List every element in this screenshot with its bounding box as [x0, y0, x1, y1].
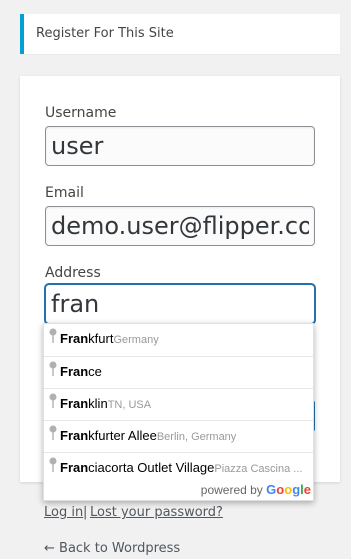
autocomplete-rest: ciacorta Outlet Village [88, 460, 215, 475]
autocomplete-item[interactable]: FrankfurtGermany [44, 324, 313, 356]
autocomplete-item[interactable]: Frankfurter AlleeBerlin, Germany [44, 420, 313, 452]
autocomplete-secondary: Germany [113, 334, 159, 346]
username-label: Username [45, 105, 117, 121]
map-pin-icon [49, 425, 57, 440]
autocomplete-match: Fran [60, 460, 89, 475]
register-notice: Register For This Site [20, 14, 340, 54]
google-letter: g [292, 482, 301, 497]
notice-text: Register For This Site [36, 26, 174, 41]
autocomplete-item[interactable]: Franciacorta Outlet VillagePiazza Cascin… [44, 452, 313, 484]
autocomplete-secondary: TN, USA [107, 399, 152, 411]
username-input[interactable] [45, 126, 315, 166]
google-letter: e [303, 482, 311, 497]
email-label: Email [45, 185, 84, 201]
lost-password-link[interactable]: Lost your password? [90, 505, 223, 520]
map-pin-icon [49, 393, 57, 408]
link-separator: | [83, 505, 88, 520]
autocomplete-match: Fran [60, 428, 89, 443]
autocomplete-rest: klin [88, 396, 108, 411]
autocomplete-rest: kfurter Allee [88, 428, 157, 443]
back-to-site-link[interactable]: ← Back to Wordpress [44, 541, 180, 556]
address-label: Address [45, 265, 101, 281]
map-pin-icon [49, 361, 57, 376]
autocomplete-item[interactable]: France [44, 356, 313, 388]
map-pin-icon [49, 328, 57, 343]
autocomplete-match: Fran [60, 364, 89, 379]
powered-by-google: powered by Google [201, 482, 311, 498]
email-input[interactable] [45, 206, 315, 246]
map-pin-icon [49, 457, 57, 472]
autocomplete-secondary: Piazza Cascina ... [214, 463, 303, 475]
login-link[interactable]: Log in [44, 505, 83, 520]
address-input[interactable] [45, 284, 315, 324]
autocomplete-item[interactable]: FranklinTN, USA [44, 388, 313, 420]
google-letter: G [266, 482, 277, 497]
google-letter: o [284, 482, 293, 497]
autocomplete-match: Fran [60, 331, 89, 346]
autocomplete-match: Fran [60, 396, 89, 411]
autocomplete-rest: ce [88, 364, 102, 379]
autocomplete-secondary: Berlin, Germany [156, 431, 237, 443]
address-autocomplete-dropdown: FrankfurtGermany France FranklinTN, USA … [43, 323, 314, 501]
google-logo: Google [266, 482, 311, 497]
powered-by-text: powered by [200, 483, 263, 497]
autocomplete-rest: kfurt [88, 331, 114, 346]
